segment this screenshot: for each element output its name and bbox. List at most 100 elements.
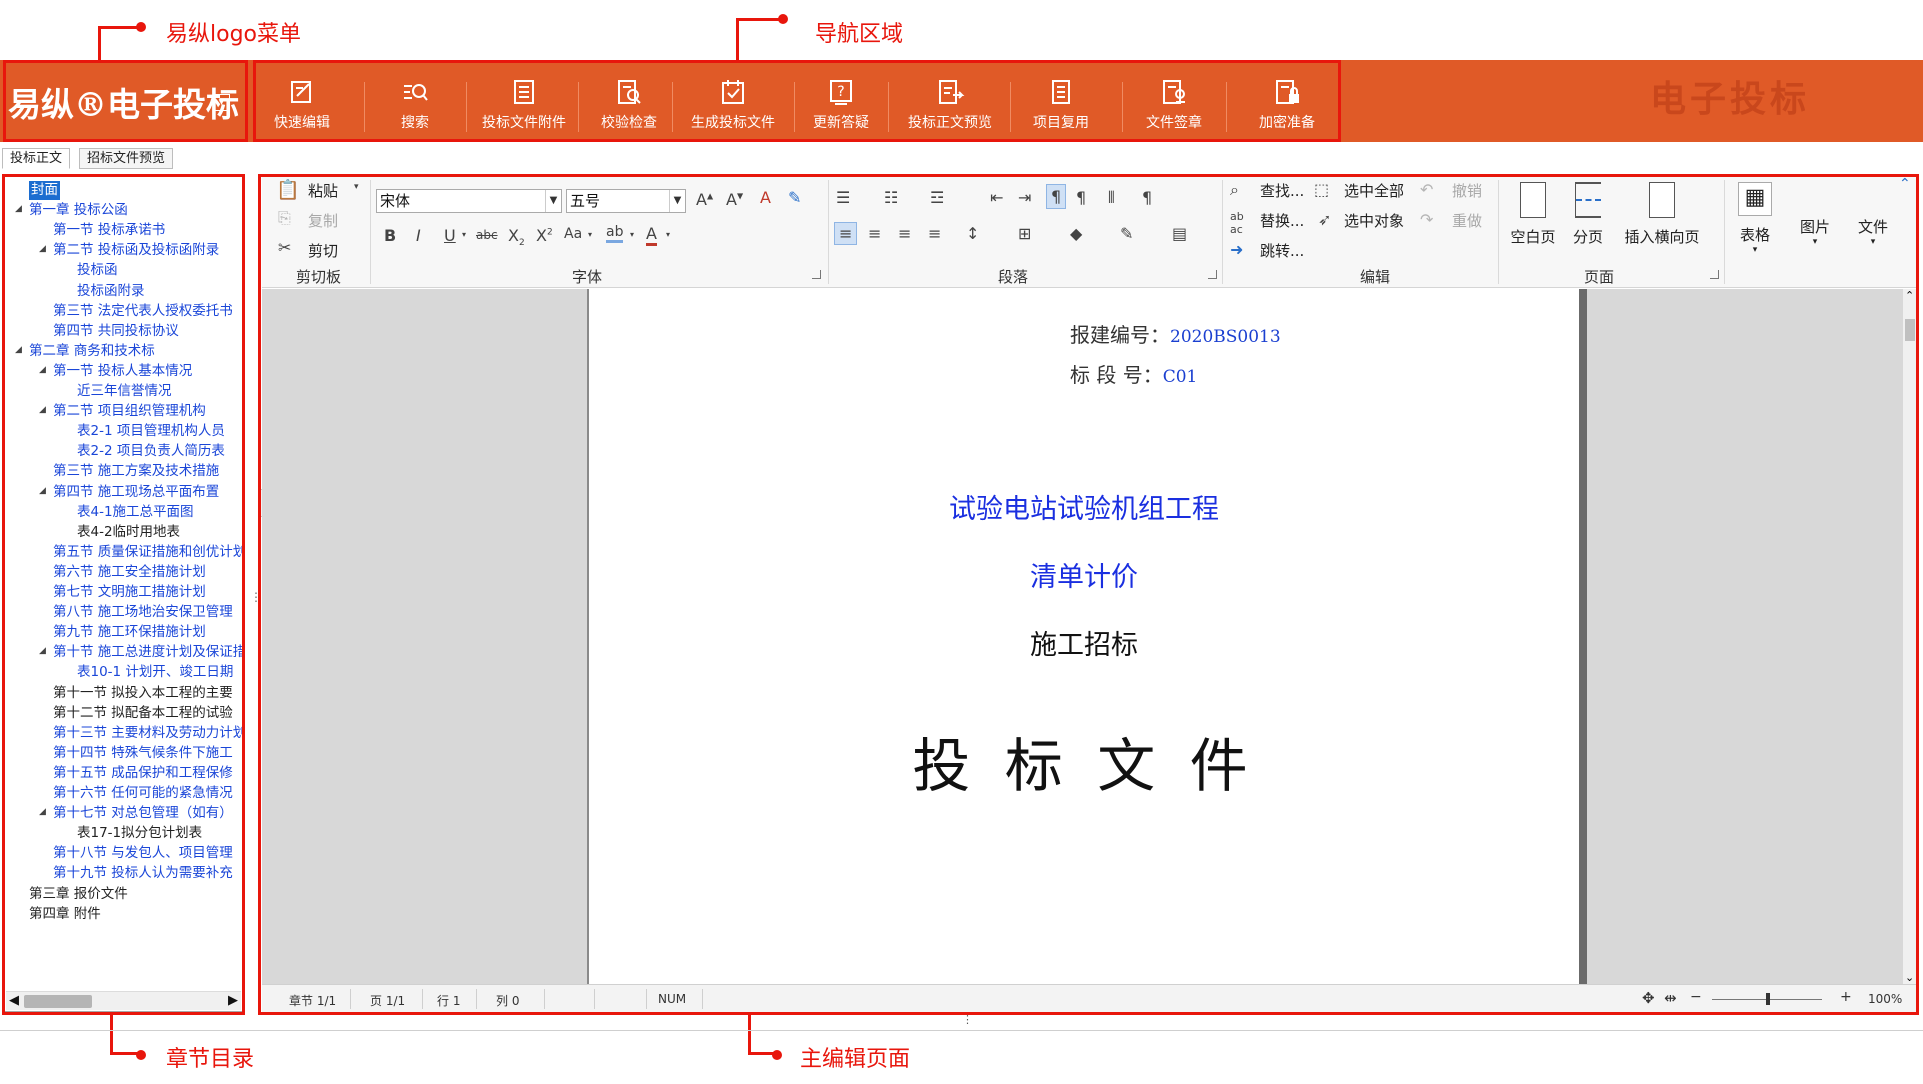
tree-item[interactable]: 第十八节 与发包人、项目管理 xyxy=(53,844,233,863)
line-color-icon[interactable]: ✎ xyxy=(1120,224,1133,243)
tree-toggle-icon[interactable]: ◢ xyxy=(39,486,46,496)
tree-item[interactable]: 投标函 xyxy=(77,261,118,280)
chevron-down-icon[interactable]: ▾ xyxy=(354,182,359,192)
border-icon[interactable]: ⊞ xyxy=(1018,224,1031,243)
tree-toggle-icon[interactable]: ◢ xyxy=(15,345,22,355)
shading-icon[interactable]: ◆ xyxy=(1070,224,1082,243)
underline-icon[interactable]: U xyxy=(444,226,456,245)
subscript-icon[interactable]: X2 xyxy=(508,226,525,248)
align-right-icon[interactable]: ≡ xyxy=(898,224,911,243)
chevron-down-icon[interactable]: ▾ xyxy=(1790,237,1840,247)
arrow-right-icon[interactable]: ➜ xyxy=(1230,240,1243,259)
nav-button-8[interactable]: 文件签章 xyxy=(1128,74,1220,134)
chevron-down-icon[interactable]: ▾ xyxy=(462,230,466,239)
chevron-down-icon[interactable]: ▼ xyxy=(669,190,685,212)
copy-icon[interactable]: ⎘ xyxy=(278,208,291,228)
tree-item[interactable]: 表4-1施工总平面图 xyxy=(77,503,194,522)
select-all-button[interactable]: 选中全部 xyxy=(1344,180,1404,201)
tree-item[interactable]: 第十四节 特殊气候条件下施工 xyxy=(53,744,233,763)
tree-item[interactable]: 投标函附录 xyxy=(77,282,145,301)
scroll-right-icon[interactable]: ▶ xyxy=(228,993,238,1008)
vertical-scrollbar[interactable]: ⌃ ⌄ xyxy=(1903,289,1917,984)
file-button[interactable]: 文件 ▾ xyxy=(1848,216,1898,247)
format-painter-icon[interactable]: ✎ xyxy=(788,188,801,207)
tree-item[interactable]: 第十一节 拟投入本工程的主要 xyxy=(53,684,233,703)
tree-item[interactable]: 表17-1拟分包计划表 xyxy=(77,824,202,843)
line-weight-icon[interactable]: ▤ xyxy=(1172,224,1187,243)
bold-icon[interactable]: B xyxy=(384,226,396,245)
zoom-in-icon[interactable]: + xyxy=(1840,989,1852,1005)
tree-item[interactable]: 第四章 附件 xyxy=(29,905,101,924)
tree-item[interactable]: 第三节 法定代表人授权委托书 xyxy=(53,302,233,321)
select-object-button[interactable]: 选中对象 xyxy=(1344,210,1404,231)
tree-item[interactable]: 第十节 施工总进度计划及保证措施 xyxy=(53,643,242,662)
line-spacing-icon[interactable]: ↕ xyxy=(966,224,979,243)
tree-item[interactable]: 表10-1 计划开、竣工日期 xyxy=(77,663,233,682)
scroll-thumb[interactable] xyxy=(1905,319,1915,341)
show-marks-icon[interactable]: ¶ xyxy=(1142,188,1152,207)
tree-item[interactable]: 表2-1 项目管理机构人员 xyxy=(77,422,225,441)
tree-toggle-icon[interactable]: ◢ xyxy=(15,204,22,214)
image-button[interactable]: 图片 ▾ xyxy=(1790,216,1840,247)
nav-button-1[interactable]: 搜索 xyxy=(370,74,460,134)
tree-item[interactable]: 第十三节 主要材料及劳动力计划 xyxy=(53,724,242,743)
horizontal-scrollbar[interactable]: ◀ ▶ xyxy=(6,991,241,1010)
redo-icon[interactable]: ↷ xyxy=(1420,210,1433,229)
tree-item[interactable]: 第六节 施工安全措施计划 xyxy=(53,563,206,582)
italic-icon[interactable]: I xyxy=(416,226,421,245)
zoom-out-icon[interactable]: − xyxy=(1690,989,1702,1005)
tab-tender-preview[interactable]: 招标文件预览 xyxy=(79,148,174,169)
nav-button-3[interactable]: 校验检查 xyxy=(584,74,674,134)
chevron-down-icon[interactable]: ▼ xyxy=(545,190,561,212)
chevron-down-icon[interactable]: ▾ xyxy=(1730,245,1780,255)
page-break-button[interactable]: 分页 xyxy=(1566,178,1610,247)
multilevel-list-icon[interactable]: ☲ xyxy=(930,188,944,207)
table-button[interactable]: ▦ 表格 ▾ xyxy=(1730,178,1780,255)
superscript-icon[interactable]: X2 xyxy=(536,226,553,245)
tree-item[interactable]: 近三年信誉情况 xyxy=(77,382,172,401)
tree-item[interactable]: 第十七节 对总包管理（如有） xyxy=(53,804,233,823)
font-size-select[interactable]: 五号 ▼ xyxy=(566,189,686,213)
fit-width-icon[interactable]: ⇹ xyxy=(1664,989,1677,1007)
font-color-icon[interactable]: A xyxy=(646,224,657,246)
align-left-icon[interactable]: ≡ xyxy=(834,222,858,245)
chevron-down-icon[interactable]: ▾ xyxy=(630,230,634,239)
tree-item[interactable]: 第三章 报价文件 xyxy=(29,885,128,904)
numbered-list-icon[interactable]: ☷ xyxy=(884,188,898,207)
scroll-left-icon[interactable]: ◀ xyxy=(9,993,19,1008)
chevron-down-icon[interactable]: ▾ xyxy=(588,230,592,239)
clear-format-icon[interactable]: A xyxy=(760,188,771,207)
ltr-icon[interactable]: ¶ xyxy=(1046,184,1067,209)
tree-item[interactable]: 第二节 项目组织管理机构 xyxy=(53,402,206,421)
find-button[interactable]: 查找... xyxy=(1260,180,1304,201)
chevron-down-icon[interactable]: ⌄ xyxy=(1905,971,1914,984)
nav-button-2[interactable]: 投标文件附件 xyxy=(472,74,576,134)
tree-item[interactable]: 第十九节 投标人认为需要补充 xyxy=(53,864,233,883)
grow-font-icon[interactable]: A▲ xyxy=(696,190,713,209)
tree-item[interactable]: 第三节 施工方案及技术措施 xyxy=(53,462,219,481)
cut-icon[interactable]: ✂ xyxy=(278,238,291,257)
change-case-icon[interactable]: Aa xyxy=(564,226,582,242)
replace-icon[interactable]: ab ac xyxy=(1230,210,1244,236)
fit-page-icon[interactable]: ✥ xyxy=(1642,989,1655,1007)
tree-item[interactable]: 第四节 共同投标协议 xyxy=(53,322,179,341)
search-icon[interactable]: ⌕ xyxy=(1230,180,1239,200)
nav-button-0[interactable]: 快速编辑 xyxy=(262,74,342,134)
nav-button-5[interactable]: ? 更新答疑 xyxy=(800,74,882,134)
tree-item[interactable]: 第一节 投标承诺书 xyxy=(53,221,165,240)
strikethrough-icon[interactable]: abc xyxy=(476,228,498,242)
paste-icon[interactable]: 📋 xyxy=(276,178,300,201)
replace-button[interactable]: 替换... xyxy=(1260,210,1304,231)
document-page[interactable]: 报建编号：2020BS0013 标 段 号：C01 试验电站试验机组工程 清单计… xyxy=(587,289,1587,984)
splitter-grip[interactable]: ⋮ xyxy=(250,590,262,604)
splitter-grip[interactable]: ⋮ xyxy=(962,1013,973,1026)
tree-item[interactable]: 第五节 质量保证措施和创优计划 xyxy=(53,543,242,562)
tree-item[interactable]: 第二节 投标函及投标函附录 xyxy=(53,241,219,260)
select-all-icon[interactable]: ⬚ xyxy=(1314,180,1329,199)
align-center-icon[interactable]: ≡ xyxy=(868,224,881,243)
landscape-page-button[interactable]: 插入横向页 xyxy=(1620,178,1704,247)
nav-button-9[interactable]: 加密准备 xyxy=(1232,74,1342,134)
tree-toggle-icon[interactable]: ◢ xyxy=(39,405,46,415)
tree-item[interactable]: 第二章 商务和技术标 xyxy=(29,342,155,361)
cursor-icon[interactable]: ➶ xyxy=(1318,210,1331,229)
